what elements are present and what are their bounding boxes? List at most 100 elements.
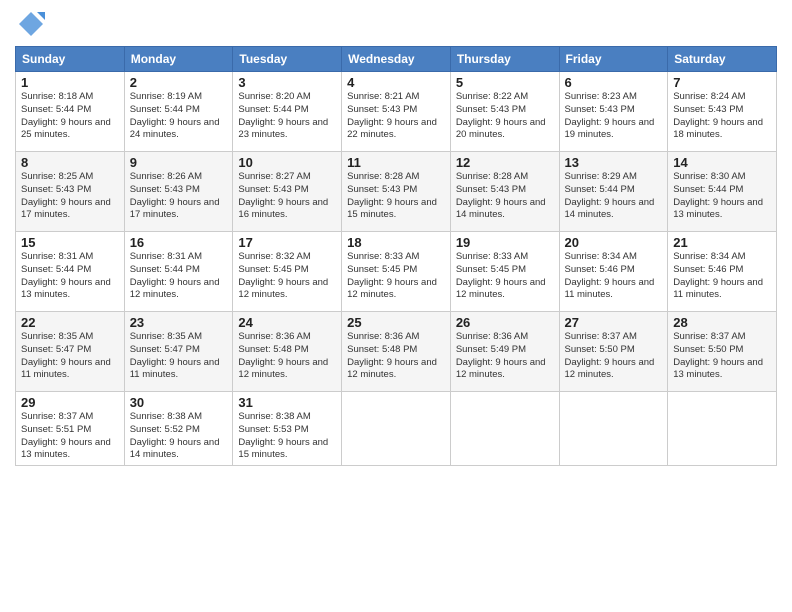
calendar-cell: 30Sunrise: 8:38 AMSunset: 5:52 PMDayligh… <box>124 392 233 466</box>
day-info: Sunrise: 8:33 AMSunset: 5:45 PMDaylight:… <box>347 251 445 302</box>
weekday-header-wednesday: Wednesday <box>342 47 451 72</box>
day-info: Sunrise: 8:24 AMSunset: 5:43 PMDaylight:… <box>673 91 771 142</box>
calendar-cell <box>668 392 777 466</box>
day-info: Sunrise: 8:27 AMSunset: 5:43 PMDaylight:… <box>238 171 336 222</box>
calendar-cell: 13Sunrise: 8:29 AMSunset: 5:44 PMDayligh… <box>559 152 668 232</box>
calendar-cell: 15Sunrise: 8:31 AMSunset: 5:44 PMDayligh… <box>16 232 125 312</box>
day-number: 15 <box>21 235 119 250</box>
day-info: Sunrise: 8:37 AMSunset: 5:51 PMDaylight:… <box>21 411 119 462</box>
day-info: Sunrise: 8:29 AMSunset: 5:44 PMDaylight:… <box>565 171 663 222</box>
day-number: 13 <box>565 155 663 170</box>
day-number: 20 <box>565 235 663 250</box>
weekday-header-sunday: Sunday <box>16 47 125 72</box>
weekday-header-saturday: Saturday <box>668 47 777 72</box>
calendar-cell: 31Sunrise: 8:38 AMSunset: 5:53 PMDayligh… <box>233 392 342 466</box>
calendar-table: SundayMondayTuesdayWednesdayThursdayFrid… <box>15 46 777 466</box>
day-info: Sunrise: 8:31 AMSunset: 5:44 PMDaylight:… <box>21 251 119 302</box>
day-info: Sunrise: 8:28 AMSunset: 5:43 PMDaylight:… <box>347 171 445 222</box>
calendar-cell: 26Sunrise: 8:36 AMSunset: 5:49 PMDayligh… <box>450 312 559 392</box>
calendar-cell: 22Sunrise: 8:35 AMSunset: 5:47 PMDayligh… <box>16 312 125 392</box>
logo-icon <box>17 10 45 38</box>
day-number: 29 <box>21 395 119 410</box>
week-row-4: 22Sunrise: 8:35 AMSunset: 5:47 PMDayligh… <box>16 312 777 392</box>
day-number: 22 <box>21 315 119 330</box>
calendar-cell: 9Sunrise: 8:26 AMSunset: 5:43 PMDaylight… <box>124 152 233 232</box>
calendar-cell: 12Sunrise: 8:28 AMSunset: 5:43 PMDayligh… <box>450 152 559 232</box>
day-number: 19 <box>456 235 554 250</box>
day-number: 17 <box>238 235 336 250</box>
calendar-cell: 2Sunrise: 8:19 AMSunset: 5:44 PMDaylight… <box>124 72 233 152</box>
weekday-header-friday: Friday <box>559 47 668 72</box>
logo <box>15 10 45 38</box>
calendar-cell <box>559 392 668 466</box>
calendar-cell: 7Sunrise: 8:24 AMSunset: 5:43 PMDaylight… <box>668 72 777 152</box>
calendar-cell: 10Sunrise: 8:27 AMSunset: 5:43 PMDayligh… <box>233 152 342 232</box>
day-info: Sunrise: 8:30 AMSunset: 5:44 PMDaylight:… <box>673 171 771 222</box>
day-number: 23 <box>130 315 228 330</box>
day-number: 8 <box>21 155 119 170</box>
day-number: 6 <box>565 75 663 90</box>
day-number: 30 <box>130 395 228 410</box>
day-number: 3 <box>238 75 336 90</box>
day-number: 31 <box>238 395 336 410</box>
calendar-cell: 4Sunrise: 8:21 AMSunset: 5:43 PMDaylight… <box>342 72 451 152</box>
calendar-cell: 29Sunrise: 8:37 AMSunset: 5:51 PMDayligh… <box>16 392 125 466</box>
day-info: Sunrise: 8:25 AMSunset: 5:43 PMDaylight:… <box>21 171 119 222</box>
calendar-cell: 27Sunrise: 8:37 AMSunset: 5:50 PMDayligh… <box>559 312 668 392</box>
day-info: Sunrise: 8:26 AMSunset: 5:43 PMDaylight:… <box>130 171 228 222</box>
day-number: 2 <box>130 75 228 90</box>
day-info: Sunrise: 8:35 AMSunset: 5:47 PMDaylight:… <box>21 331 119 382</box>
day-number: 5 <box>456 75 554 90</box>
day-number: 11 <box>347 155 445 170</box>
calendar-cell: 23Sunrise: 8:35 AMSunset: 5:47 PMDayligh… <box>124 312 233 392</box>
day-info: Sunrise: 8:36 AMSunset: 5:48 PMDaylight:… <box>238 331 336 382</box>
day-number: 25 <box>347 315 445 330</box>
week-row-2: 8Sunrise: 8:25 AMSunset: 5:43 PMDaylight… <box>16 152 777 232</box>
day-number: 26 <box>456 315 554 330</box>
day-number: 7 <box>673 75 771 90</box>
day-info: Sunrise: 8:20 AMSunset: 5:44 PMDaylight:… <box>238 91 336 142</box>
day-info: Sunrise: 8:19 AMSunset: 5:44 PMDaylight:… <box>130 91 228 142</box>
week-row-5: 29Sunrise: 8:37 AMSunset: 5:51 PMDayligh… <box>16 392 777 466</box>
day-number: 27 <box>565 315 663 330</box>
day-number: 12 <box>456 155 554 170</box>
calendar-cell: 5Sunrise: 8:22 AMSunset: 5:43 PMDaylight… <box>450 72 559 152</box>
header <box>15 10 777 38</box>
day-info: Sunrise: 8:21 AMSunset: 5:43 PMDaylight:… <box>347 91 445 142</box>
calendar-cell: 19Sunrise: 8:33 AMSunset: 5:45 PMDayligh… <box>450 232 559 312</box>
day-info: Sunrise: 8:36 AMSunset: 5:48 PMDaylight:… <box>347 331 445 382</box>
day-info: Sunrise: 8:34 AMSunset: 5:46 PMDaylight:… <box>673 251 771 302</box>
day-info: Sunrise: 8:37 AMSunset: 5:50 PMDaylight:… <box>673 331 771 382</box>
day-info: Sunrise: 8:36 AMSunset: 5:49 PMDaylight:… <box>456 331 554 382</box>
day-info: Sunrise: 8:33 AMSunset: 5:45 PMDaylight:… <box>456 251 554 302</box>
calendar-cell: 1Sunrise: 8:18 AMSunset: 5:44 PMDaylight… <box>16 72 125 152</box>
day-number: 10 <box>238 155 336 170</box>
calendar-cell: 25Sunrise: 8:36 AMSunset: 5:48 PMDayligh… <box>342 312 451 392</box>
day-info: Sunrise: 8:23 AMSunset: 5:43 PMDaylight:… <box>565 91 663 142</box>
day-info: Sunrise: 8:18 AMSunset: 5:44 PMDaylight:… <box>21 91 119 142</box>
weekday-header-monday: Monday <box>124 47 233 72</box>
weekday-header-tuesday: Tuesday <box>233 47 342 72</box>
day-number: 21 <box>673 235 771 250</box>
calendar-cell <box>342 392 451 466</box>
calendar-cell: 3Sunrise: 8:20 AMSunset: 5:44 PMDaylight… <box>233 72 342 152</box>
page: SundayMondayTuesdayWednesdayThursdayFrid… <box>0 0 792 612</box>
calendar-cell: 17Sunrise: 8:32 AMSunset: 5:45 PMDayligh… <box>233 232 342 312</box>
calendar-cell <box>450 392 559 466</box>
day-info: Sunrise: 8:38 AMSunset: 5:53 PMDaylight:… <box>238 411 336 462</box>
day-number: 14 <box>673 155 771 170</box>
day-number: 18 <box>347 235 445 250</box>
day-info: Sunrise: 8:31 AMSunset: 5:44 PMDaylight:… <box>130 251 228 302</box>
day-number: 9 <box>130 155 228 170</box>
day-info: Sunrise: 8:32 AMSunset: 5:45 PMDaylight:… <box>238 251 336 302</box>
calendar-cell: 14Sunrise: 8:30 AMSunset: 5:44 PMDayligh… <box>668 152 777 232</box>
calendar-cell: 24Sunrise: 8:36 AMSunset: 5:48 PMDayligh… <box>233 312 342 392</box>
week-row-3: 15Sunrise: 8:31 AMSunset: 5:44 PMDayligh… <box>16 232 777 312</box>
day-number: 28 <box>673 315 771 330</box>
calendar-cell: 11Sunrise: 8:28 AMSunset: 5:43 PMDayligh… <box>342 152 451 232</box>
day-number: 24 <box>238 315 336 330</box>
calendar-cell: 21Sunrise: 8:34 AMSunset: 5:46 PMDayligh… <box>668 232 777 312</box>
day-number: 4 <box>347 75 445 90</box>
calendar-cell: 28Sunrise: 8:37 AMSunset: 5:50 PMDayligh… <box>668 312 777 392</box>
day-info: Sunrise: 8:38 AMSunset: 5:52 PMDaylight:… <box>130 411 228 462</box>
